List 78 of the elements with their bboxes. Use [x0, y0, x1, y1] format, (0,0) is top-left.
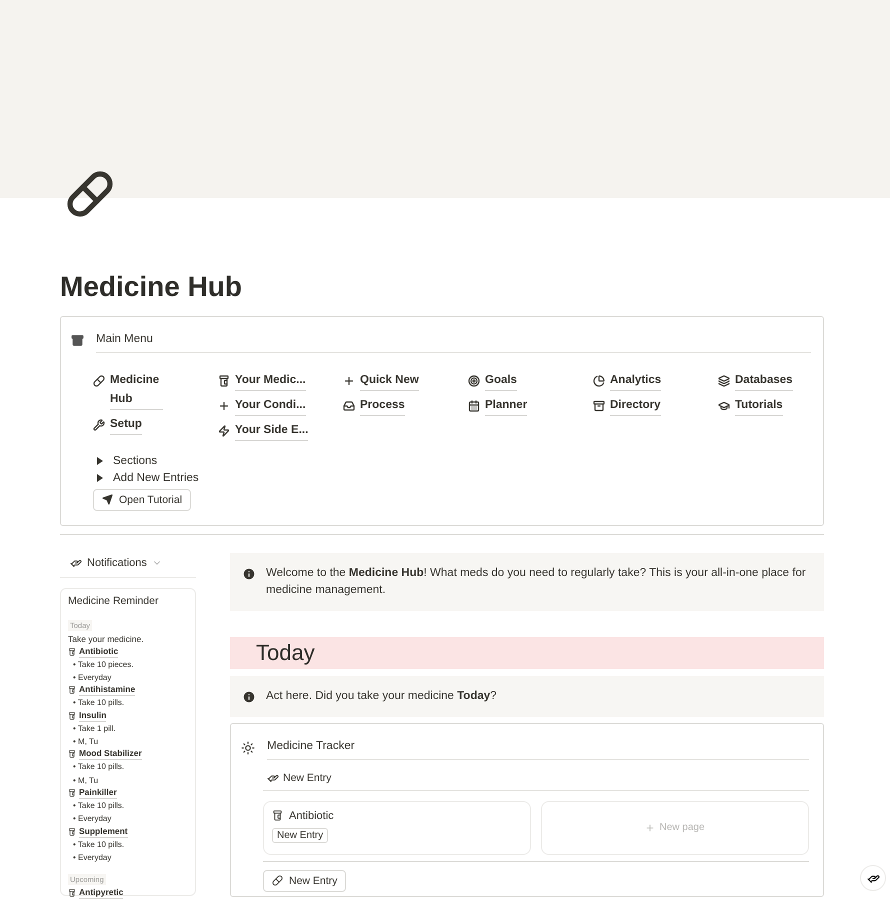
target-icon	[468, 374, 480, 387]
page-title: Medicine Hub	[60, 270, 244, 304]
menu-link[interactable]: Analytics	[593, 370, 703, 391]
detail-text: • Take 10 pills.	[72, 800, 126, 812]
bottle-icon	[68, 889, 76, 898]
detail-text: • Everyday	[72, 813, 112, 826]
pie-chart-icon	[593, 374, 605, 387]
new-entry-link[interactable]: New Entry	[267, 772, 332, 784]
medicine-link[interactable]: Painkiller	[68, 786, 188, 799]
detail-text: • Take 10 pills.	[72, 697, 126, 710]
menu-link[interactable]: Your Medic...	[218, 370, 328, 391]
menu-link[interactable]: Your Condi...	[218, 396, 328, 416]
bottle-icon	[272, 810, 283, 822]
sun-icon	[241, 740, 255, 755]
new-entry-button[interactable]: New Entry	[263, 870, 346, 892]
info-icon	[242, 690, 256, 704]
menu-link[interactable]: Goals	[468, 370, 578, 391]
bottle-icon	[68, 828, 76, 836]
pill-icon	[66, 170, 114, 218]
menu-link[interactable]: Databases	[718, 370, 828, 391]
help-button[interactable]	[860, 865, 886, 891]
plus-icon	[343, 374, 355, 387]
bottle-icon	[68, 686, 76, 694]
card-title: Antibiotic	[289, 810, 334, 822]
plus-icon	[218, 400, 230, 412]
detail-text: • Take 10 pills.	[72, 838, 126, 851]
detail-text: • Take 10 pills.	[72, 761, 126, 774]
detail-text: • M, Tu	[72, 774, 100, 787]
medicine-link[interactable]: Mood Stabilizer	[68, 748, 188, 760]
pill-icon	[93, 374, 105, 387]
toggle-item[interactable]: Add New Entries	[93, 472, 811, 484]
bottle-icon	[218, 374, 230, 387]
card-title: Medicine Reminder	[68, 594, 160, 607]
menu-link[interactable]: Planner	[468, 396, 578, 416]
menu-link[interactable]: Process	[343, 396, 453, 416]
detail-text: • Take 10 pieces.	[72, 658, 134, 671]
menu-link[interactable]: Directory	[593, 396, 703, 416]
panel-title: Medicine Tracker	[267, 736, 809, 760]
wrench-icon	[93, 418, 105, 431]
notifications-toggle[interactable]: Notifications	[60, 552, 196, 578]
section-heading: Today	[230, 636, 824, 669]
medicine-link[interactable]: Insulin	[68, 710, 188, 722]
menu-link[interactable]: Medicine Hub	[93, 370, 163, 410]
detail-text: • Everyday	[72, 672, 112, 684]
archive-icon	[71, 334, 84, 348]
medicine-link[interactable]: Supplement	[68, 826, 188, 838]
bottle-icon	[68, 750, 76, 758]
menu-link[interactable]: Setup	[93, 414, 203, 435]
detail-text: • Take 1 pill.	[72, 722, 117, 735]
bottle-icon	[68, 648, 76, 656]
pill-icon	[272, 875, 283, 886]
bottle-icon	[68, 788, 76, 797]
medicine-link[interactable]: Antihistamine	[68, 684, 188, 696]
note-text: Take your medicine.	[68, 632, 145, 646]
gallery-card[interactable]: Antibiotic New Entry	[263, 800, 531, 855]
bottle-icon	[68, 712, 76, 720]
menu-link[interactable]: Quick New	[343, 370, 453, 391]
layers-icon	[718, 374, 730, 387]
detail-text: • M, Tu	[72, 736, 100, 748]
callout-text: Welcome to the Medicine Hub! What meds do you need to regularly take? This is your all-in-one place for medicine management.	[266, 566, 807, 598]
detail-text: • Everyday	[72, 852, 112, 864]
medicine-link[interactable]: Antibiotic	[68, 646, 188, 658]
lightning-icon	[218, 424, 230, 437]
callout-text: Act here. Did you take your medicine Today?	[266, 688, 497, 704]
send-icon	[102, 494, 113, 506]
info-icon	[242, 566, 256, 581]
tray-icon	[343, 400, 355, 412]
archive-icon	[593, 400, 605, 412]
tutorial-button[interactable]: Open Tutorial	[93, 488, 192, 511]
panel-title: Main Menu	[96, 328, 811, 353]
calendar-icon	[468, 400, 480, 412]
plus-icon	[645, 822, 656, 833]
medicine-link[interactable]: Antipyretic	[68, 887, 188, 899]
menu-link[interactable]: Tutorials	[718, 396, 828, 416]
menu-link[interactable]: Your Side E...	[218, 420, 328, 441]
toggle-item[interactable]: Sections	[93, 454, 811, 467]
tag: New Entry	[272, 828, 328, 843]
graduation-cap-icon	[718, 400, 730, 412]
